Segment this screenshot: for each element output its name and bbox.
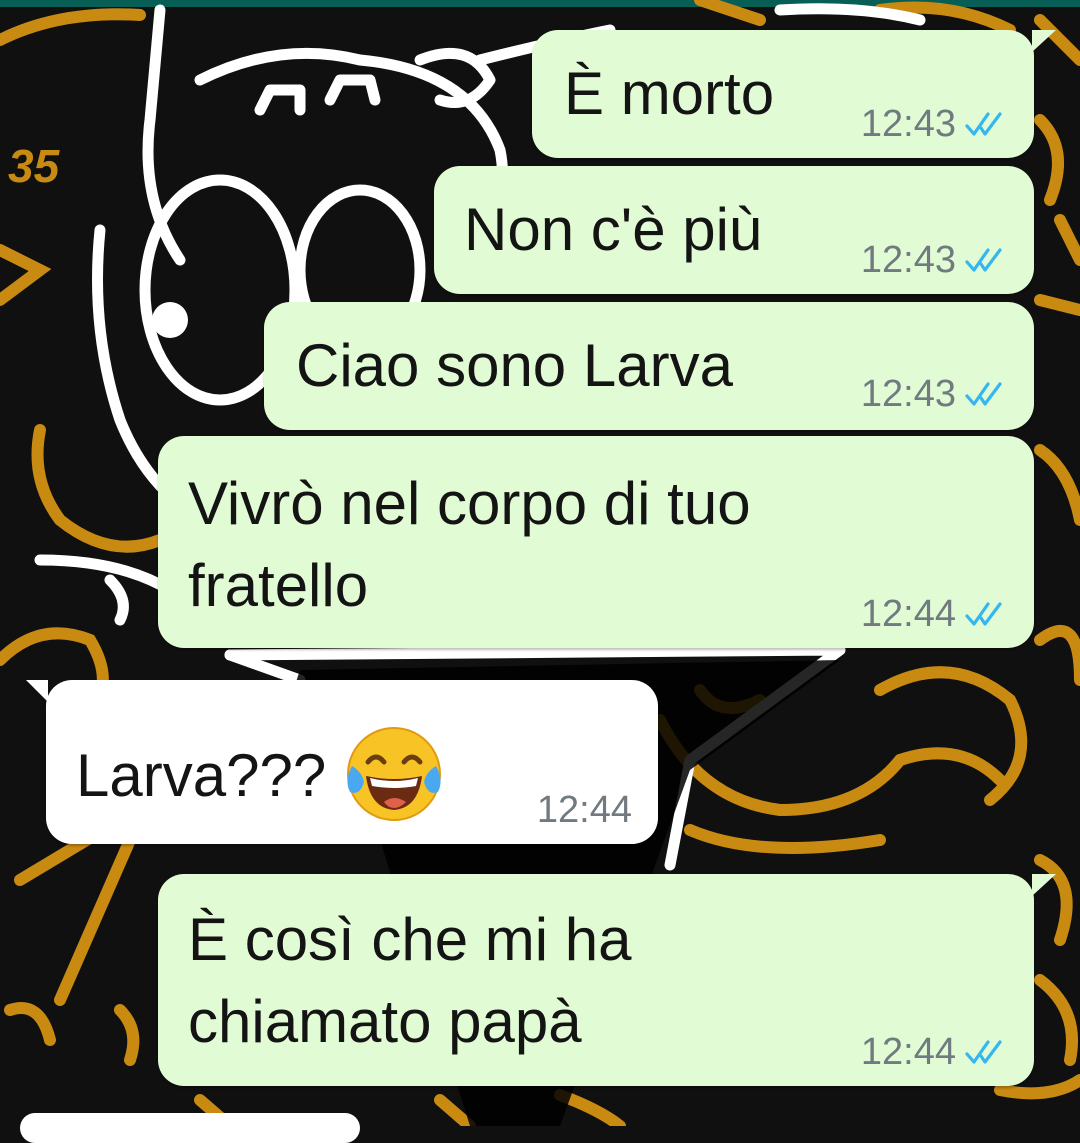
message-time: 12:43 <box>860 373 956 415</box>
outgoing-message[interactable]: Non c'è più 12:43 <box>434 166 1034 294</box>
bubble-tail <box>26 680 48 702</box>
message-text: Larva??? <box>76 727 448 828</box>
outgoing-message[interactable]: Vivrò nel corpo di tuo fratello 12:44 <box>158 436 1034 648</box>
svg-text:35: 35 <box>8 140 61 192</box>
incoming-message-partial[interactable] <box>20 1113 360 1143</box>
message-time: 12:43 <box>860 239 956 281</box>
read-ticks-icon <box>965 248 1002 272</box>
bubble-tail <box>1032 874 1056 896</box>
message-time: 12:43 <box>860 103 956 145</box>
message-text-line-1: Vivrò nel corpo di tuo <box>188 470 751 537</box>
message-meta: 12:43 <box>861 104 1006 144</box>
message-text: È morto <box>564 60 775 127</box>
message-meta: 12:44 <box>537 790 632 830</box>
read-ticks-icon <box>965 112 1002 136</box>
outgoing-message[interactable]: È morto 12:43 <box>532 30 1056 158</box>
message-text-line-1: È così che mi ha <box>188 906 632 973</box>
message-time: 12:44 <box>860 1031 956 1073</box>
outgoing-message[interactable]: Ciao sono Larva 12:43 <box>264 302 1034 430</box>
message-text: Ciao sono Larva <box>296 332 733 399</box>
face-with-tears-of-joy-icon <box>347 727 442 821</box>
read-ticks-icon <box>965 382 1002 406</box>
outgoing-message[interactable]: È così che mi ha chiamato papà 12:44 <box>158 874 1056 1086</box>
message-text-content: Larva??? <box>76 741 327 809</box>
message-text-line-2: chiamato papà <box>188 988 582 1055</box>
message-text: Non c'è più <box>464 196 763 263</box>
message-meta: 12:43 <box>861 240 1006 280</box>
message-time: 12:44 <box>536 789 632 831</box>
message-meta: 12:43 <box>861 374 1006 414</box>
incoming-message[interactable]: Larva??? 12:44 <box>26 680 658 844</box>
bubble-tail <box>1032 30 1056 52</box>
message-time: 12:44 <box>860 593 956 635</box>
message-meta: 12:44 <box>861 1032 1006 1072</box>
message-text-line-2: fratello <box>188 552 369 619</box>
read-ticks-icon <box>965 602 1002 626</box>
read-ticks-icon <box>965 1040 1002 1064</box>
message-meta: 12:44 <box>861 594 1006 634</box>
